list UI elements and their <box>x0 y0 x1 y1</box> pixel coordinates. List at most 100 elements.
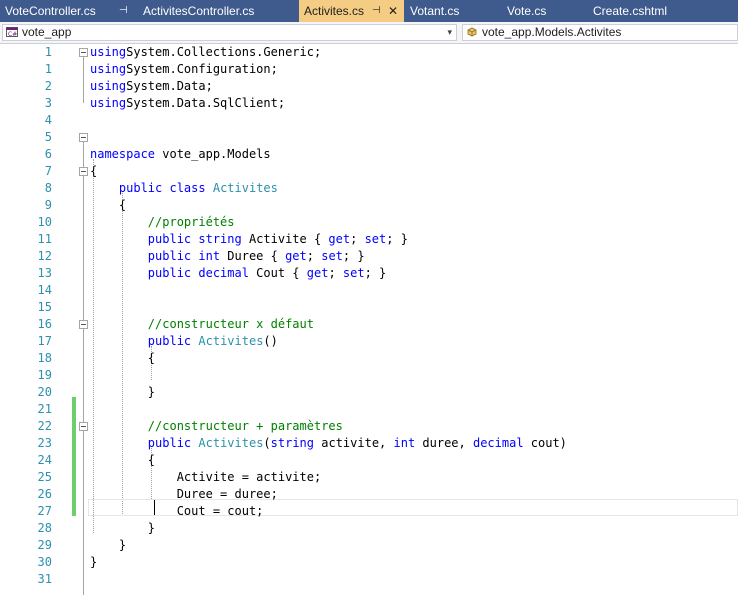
tab-activites[interactable]: Activites.cs ⊣ ✕ <box>299 0 404 22</box>
code-token: namespace <box>90 147 156 161</box>
line-number: 8 <box>44 181 52 195</box>
tab-votant[interactable]: Votant.cs <box>405 0 500 22</box>
tab-create-cshtml[interactable]: Create.cshtml <box>588 0 738 22</box>
code-line[interactable]: usingSystem.Configuration; <box>90 61 278 78</box>
project-dropdown[interactable]: C# vote_app ▾ <box>2 24 457 41</box>
code-token: set <box>342 266 365 280</box>
code-token: //constructeur + paramètres <box>147 419 343 433</box>
code-line[interactable]: { <box>90 197 126 214</box>
fold-toggle-icon[interactable] <box>79 133 88 142</box>
pin-icon[interactable]: ⊣ <box>119 0 128 22</box>
code-token: Activites <box>198 334 264 348</box>
tab-label: Votant.cs <box>410 4 460 18</box>
line-number: 14 <box>37 283 52 297</box>
code-token: get <box>328 232 351 246</box>
fold-toggle-icon[interactable] <box>79 48 88 57</box>
code-token: Activites <box>198 436 264 450</box>
code-token: { <box>90 453 156 467</box>
chevron-down-icon[interactable]: ▾ <box>447 25 452 40</box>
code-line[interactable]: namespace vote_app.Models <box>90 146 271 163</box>
line-number: 1 <box>44 62 52 76</box>
close-icon[interactable]: ✕ <box>388 0 398 22</box>
code-line[interactable]: public decimal Cout { get; set; } <box>90 265 386 282</box>
code-line[interactable]: //constructeur + paramètres <box>90 418 343 435</box>
code-line[interactable]: } <box>90 537 126 554</box>
tab-vote-controller[interactable]: VoteController.cs ⊣ <box>0 0 133 22</box>
code-token: using <box>90 62 127 76</box>
code-line[interactable]: Duree = duree; <box>90 486 278 503</box>
code-token: ; <box>328 266 343 280</box>
code-token: System.Data; <box>126 79 213 93</box>
type-dropdown[interactable]: vote_app.Models.Activites <box>462 24 738 41</box>
code-token: set <box>321 249 343 263</box>
code-token: using <box>90 96 127 110</box>
fold-toggle-icon[interactable] <box>79 320 88 329</box>
code-line[interactable]: public Activites() <box>90 333 278 350</box>
tab-label: VoteController.cs <box>5 4 96 18</box>
code-line[interactable]: public Activites(string activite, int du… <box>90 435 567 452</box>
code-token: decimal <box>472 436 524 450</box>
tab-label: Create.cshtml <box>593 4 668 18</box>
project-name: vote_app <box>22 25 72 39</box>
fold-toggle-icon[interactable] <box>79 167 88 176</box>
code-line[interactable]: Activite = activite; <box>90 469 322 486</box>
code-line[interactable]: usingSystem.Data.SqlClient; <box>90 95 285 112</box>
code-line[interactable]: } <box>90 554 97 571</box>
line-number: 11 <box>37 232 52 246</box>
line-number: 15 <box>37 300 52 314</box>
line-number: 5 <box>44 130 52 144</box>
line-number: 27 <box>37 504 52 518</box>
code-line[interactable]: { <box>90 452 155 469</box>
code-token: Activite = activite; <box>90 470 322 484</box>
line-number: 19 <box>37 368 52 382</box>
code-token: get <box>306 266 329 280</box>
pin-icon[interactable]: ⊣ <box>372 0 381 22</box>
fold-toggle-icon[interactable] <box>79 422 88 431</box>
line-number: 1 <box>44 45 52 59</box>
type-name: vote_app.Models.Activites <box>482 25 622 39</box>
code-line[interactable]: Cout = cout; <box>90 503 264 520</box>
line-number: 24 <box>37 453 52 467</box>
code-token: //propriétés <box>147 215 235 229</box>
line-number: 31 <box>37 572 52 586</box>
code-line[interactable]: { <box>90 163 97 180</box>
code-token: public int <box>147 249 221 263</box>
tab-vote[interactable]: Vote.cs <box>502 0 587 22</box>
line-number: 9 <box>44 198 52 212</box>
code-token: ; <box>306 249 322 263</box>
code-token: public <box>147 436 192 450</box>
code-line[interactable]: public string Activite { get; set; } <box>90 231 408 248</box>
code-token: ; } <box>342 249 365 263</box>
code-line[interactable]: { <box>90 350 155 367</box>
code-token: Activite { <box>241 232 329 246</box>
change-marker <box>72 397 76 516</box>
code-line[interactable]: } <box>90 384 155 401</box>
code-line[interactable]: public class Activites <box>90 180 278 197</box>
code-line[interactable]: //propriétés <box>90 214 235 231</box>
code-line[interactable]: } <box>90 520 155 537</box>
code-line[interactable]: usingSystem.Data; <box>90 78 213 95</box>
line-number: 2 <box>44 79 52 93</box>
code-token: Duree { <box>220 249 286 263</box>
code-line[interactable]: //constructeur x défaut <box>90 316 314 333</box>
code-line[interactable]: public int Duree { get; set; } <box>90 248 365 265</box>
line-number: 18 <box>37 351 52 365</box>
code-line[interactable]: usingSystem.Collections.Generic; <box>90 44 321 61</box>
code-token: cout) <box>523 436 567 450</box>
line-number: 29 <box>37 538 52 552</box>
line-number: 26 <box>37 487 52 501</box>
code-editor[interactable]: 1 usingSystem.Collections.Generic; 1 usingS… <box>0 44 738 595</box>
tab-activites-controller[interactable]: ActivitesController.cs <box>138 0 298 22</box>
class-icon <box>467 27 477 37</box>
line-number: 22 <box>37 419 52 433</box>
line-number: 20 <box>37 385 52 399</box>
code-token: using <box>90 79 127 93</box>
